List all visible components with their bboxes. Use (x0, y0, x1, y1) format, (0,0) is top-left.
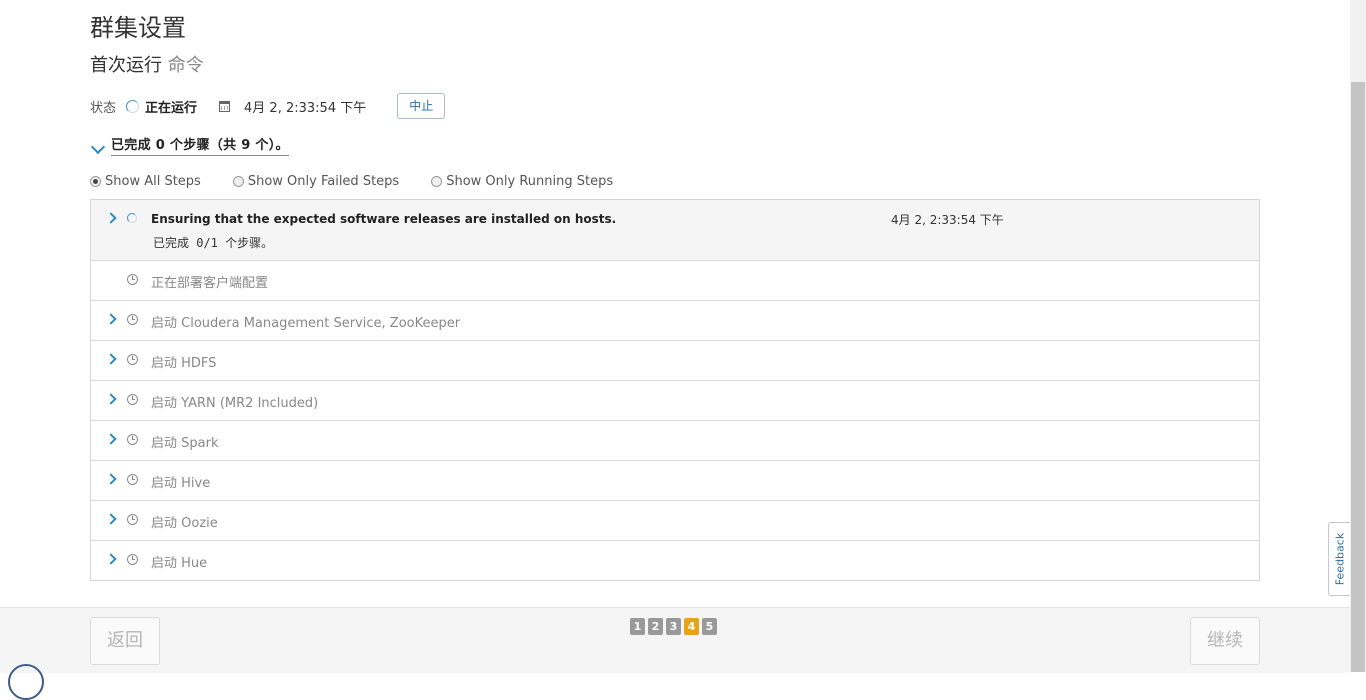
clock-icon (127, 314, 138, 325)
feedback-label: Feedback (1333, 532, 1346, 586)
continue-button[interactable]: 继续 (1190, 617, 1260, 665)
clock-icon (127, 554, 138, 565)
feedback-tab[interactable]: Feedback (1328, 522, 1350, 596)
radio-checked-icon (90, 176, 101, 187)
step-row[interactable]: 启动 Cloudera Management Service, ZooKeepe… (91, 300, 1259, 340)
chevron-right-icon[interactable] (105, 393, 117, 405)
page-step-5: 5 (702, 618, 717, 635)
status-label: 状态 (90, 100, 117, 116)
filter-label: Show Only Running Steps (446, 174, 614, 189)
step-label: 启动 HDFS (151, 356, 217, 371)
page-step-4-current: 4 (684, 618, 699, 635)
calendar-icon (219, 100, 231, 112)
chevron-right-icon[interactable] (105, 553, 117, 565)
radio-unchecked-icon (232, 176, 244, 187)
status-value: 正在运行 (145, 100, 198, 116)
subtitle-command: 命令 (167, 55, 204, 76)
step-label: 启动 Hive (151, 476, 211, 491)
help-icon[interactable] (8, 664, 44, 700)
chevron-right-icon[interactable] (105, 353, 117, 365)
filter-label: Show Only Failed Steps (247, 174, 400, 189)
page-step-2: 2 (648, 618, 663, 635)
step-row[interactable]: 启动 HDFS (91, 340, 1259, 380)
subtitle-main: 首次运行 (90, 55, 162, 76)
step-label: 启动 Cloudera Management Service, ZooKeepe… (151, 316, 461, 331)
clock-icon (127, 434, 138, 445)
running-spinner-icon (127, 213, 137, 223)
abort-button[interactable]: 中止 (397, 93, 446, 119)
step-label: Ensuring that the expected software rele… (151, 212, 617, 226)
chevron-down-icon (90, 139, 106, 155)
scrollbar-thumb[interactable] (1351, 82, 1365, 672)
step-label: 启动 Spark (151, 436, 219, 451)
step-row: 正在部署客户端配置 (91, 260, 1259, 300)
step-substatus: 已完成 0/1 个步骤。 (153, 236, 274, 250)
clock-icon (127, 394, 138, 405)
clock-icon (127, 514, 138, 525)
step-row[interactable]: Ensuring that the expected software rele… (91, 200, 1259, 260)
progress-summary-toggle[interactable]: 已完成 0 个步骤（共 9 个）。 (90, 134, 289, 156)
step-label: 启动 Oozie (151, 516, 218, 531)
clock-icon (127, 354, 138, 365)
clock-icon (127, 474, 138, 485)
filter-all-steps[interactable]: Show All Steps (90, 174, 201, 189)
page-step-3: 3 (666, 618, 681, 635)
radio-unchecked-icon (431, 176, 443, 187)
vertical-scrollbar[interactable] (1350, 0, 1366, 672)
wizard-pager: 1 2 3 4 5 (630, 618, 720, 635)
chevron-right-icon[interactable] (105, 473, 117, 485)
step-row[interactable]: 启动 Spark (91, 420, 1259, 460)
back-button[interactable]: 返回 (90, 617, 160, 665)
chevron-right-icon[interactable] (105, 212, 117, 224)
step-label: 启动 YARN (MR2 Included) (151, 396, 319, 411)
clock-icon (127, 274, 138, 285)
filter-running-steps[interactable]: Show Only Running Steps (431, 174, 613, 189)
step-label: 正在部署客户端配置 (151, 276, 269, 291)
filter-failed-steps[interactable]: Show Only Failed Steps (232, 174, 400, 189)
step-time: 4月 2, 2:33:54 下午 (891, 213, 1004, 227)
status-time: 4月 2, 2:33:54 下午 (244, 100, 367, 116)
page-subtitle: 首次运行 命令 (90, 51, 204, 77)
step-filter-group: Show All Steps Show Only Failed Steps Sh… (90, 174, 645, 189)
step-row[interactable]: 启动 Oozie (91, 500, 1259, 540)
step-row[interactable]: 启动 YARN (MR2 Included) (91, 380, 1259, 420)
step-label: 启动 Hue (151, 556, 208, 571)
running-spinner-icon (126, 99, 140, 113)
filter-label: Show All Steps (105, 174, 201, 189)
step-row[interactable]: 启动 Hue (91, 540, 1259, 580)
step-row[interactable]: 启动 Hive (91, 460, 1259, 500)
status-row: 状态 正在运行 4月 2, 2:33:54 下午 中止 (90, 93, 446, 119)
chevron-right-icon[interactable] (105, 433, 117, 445)
page-title: 群集设置 (90, 14, 186, 42)
steps-list: Ensuring that the expected software rele… (90, 199, 1260, 581)
page-step-1: 1 (630, 618, 645, 635)
progress-summary-text: 已完成 0 个步骤（共 9 个）。 (111, 134, 289, 156)
chevron-right-icon[interactable] (105, 313, 117, 325)
chevron-right-icon[interactable] (105, 513, 117, 525)
wizard-footer: 返回 1 2 3 4 5 继续 (0, 607, 1350, 673)
